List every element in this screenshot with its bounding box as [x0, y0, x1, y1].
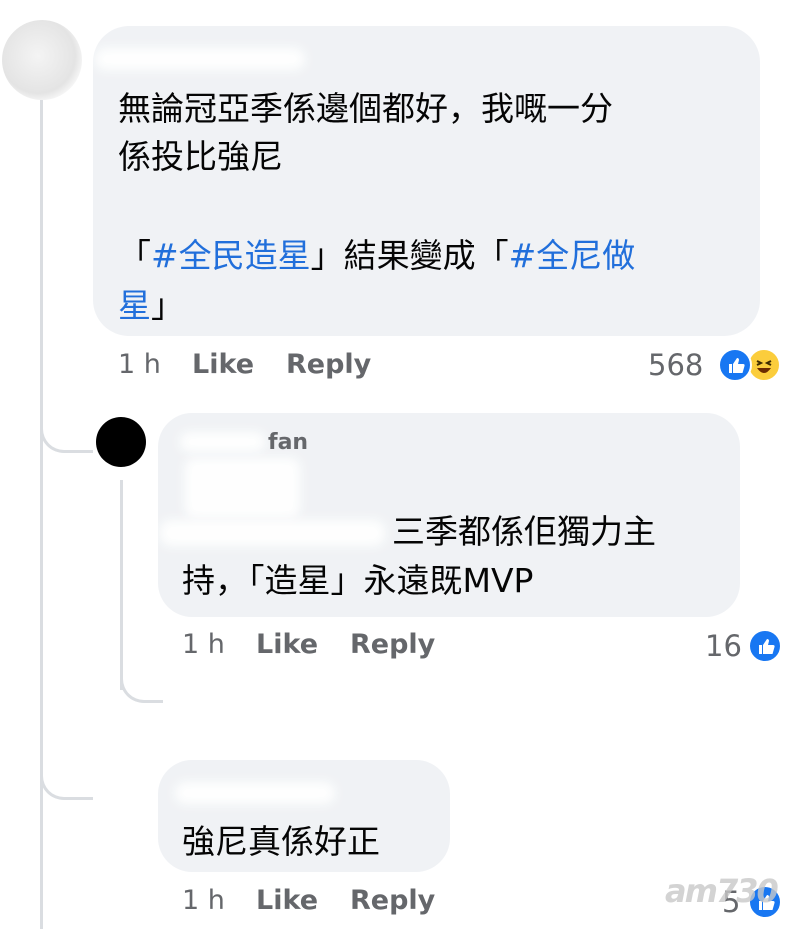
- watermark-logo: am730: [665, 872, 779, 910]
- comment-line: 持，「造星」永遠既MVP: [182, 561, 534, 600]
- reply-button[interactable]: Reply: [286, 349, 371, 380]
- thread-line-main: [40, 100, 43, 929]
- comment-text: 無論冠亞季係邊個都好，我嘅一分 係投比強尼: [118, 85, 613, 181]
- thread-connector-reply-1: [40, 400, 93, 453]
- bracket-open: 「: [118, 236, 151, 275]
- reply-button[interactable]: Reply: [350, 629, 435, 660]
- thread-connector-reply-2: [40, 745, 93, 800]
- comment-actions: 1 h Like Reply: [182, 885, 482, 919]
- thread-connector-nested: [120, 655, 163, 703]
- like-button[interactable]: Like: [256, 629, 318, 660]
- avatar[interactable]: [96, 417, 146, 467]
- author-name[interactable]: [95, 48, 305, 70]
- mention-blur[interactable]: [160, 520, 385, 546]
- reply-button[interactable]: Reply: [350, 885, 435, 916]
- hashtag-link[interactable]: #全民造星: [151, 236, 311, 275]
- comment-actions: 1 h Like Reply: [182, 629, 482, 663]
- timestamp[interactable]: 1 h: [182, 885, 225, 916]
- reaction-summary[interactable]: 568: [640, 348, 785, 384]
- comment-line: 強尼真係好正: [182, 822, 380, 861]
- like-button[interactable]: Like: [192, 349, 254, 380]
- reaction-summary[interactable]: 16: [700, 629, 785, 665]
- author-name-blur[interactable]: [180, 432, 265, 452]
- reaction-count: 16: [705, 629, 742, 663]
- comment-hashtag-line: 星」: [118, 282, 184, 330]
- bracket-close: 」: [151, 286, 184, 325]
- reaction-count: 568: [648, 348, 704, 382]
- timestamp[interactable]: 1 h: [118, 349, 161, 380]
- author-name[interactable]: fan: [268, 430, 308, 455]
- comment-actions: 1 h Like Reply: [118, 349, 418, 383]
- comment-hashtag-line: 「#全民造星」結果變成「#全尼做: [118, 232, 635, 280]
- hashtag-link[interactable]: #全尼做: [509, 236, 636, 275]
- author-badge-blur: [185, 458, 300, 518]
- comment-fragment: 」結果變成「: [310, 236, 509, 275]
- hashtag-link-cont[interactable]: 星: [118, 286, 151, 325]
- like-icon: [718, 348, 752, 382]
- haha-icon: [747, 348, 781, 382]
- view-more-replies-blur[interactable]: [245, 690, 385, 708]
- avatar[interactable]: [95, 760, 155, 820]
- avatar[interactable]: [2, 20, 82, 100]
- comment-bubble: [93, 26, 760, 336]
- timestamp[interactable]: 1 h: [182, 629, 225, 660]
- like-button[interactable]: Like: [256, 885, 318, 916]
- author-name[interactable]: [175, 782, 335, 804]
- comment-line: 無論冠亞季係邊個都好，我嘅一分: [118, 89, 613, 128]
- comment-line: 三季都係佢獨力主: [392, 512, 656, 551]
- comment-line: 係投比強尼: [118, 137, 283, 176]
- like-icon: [748, 629, 782, 663]
